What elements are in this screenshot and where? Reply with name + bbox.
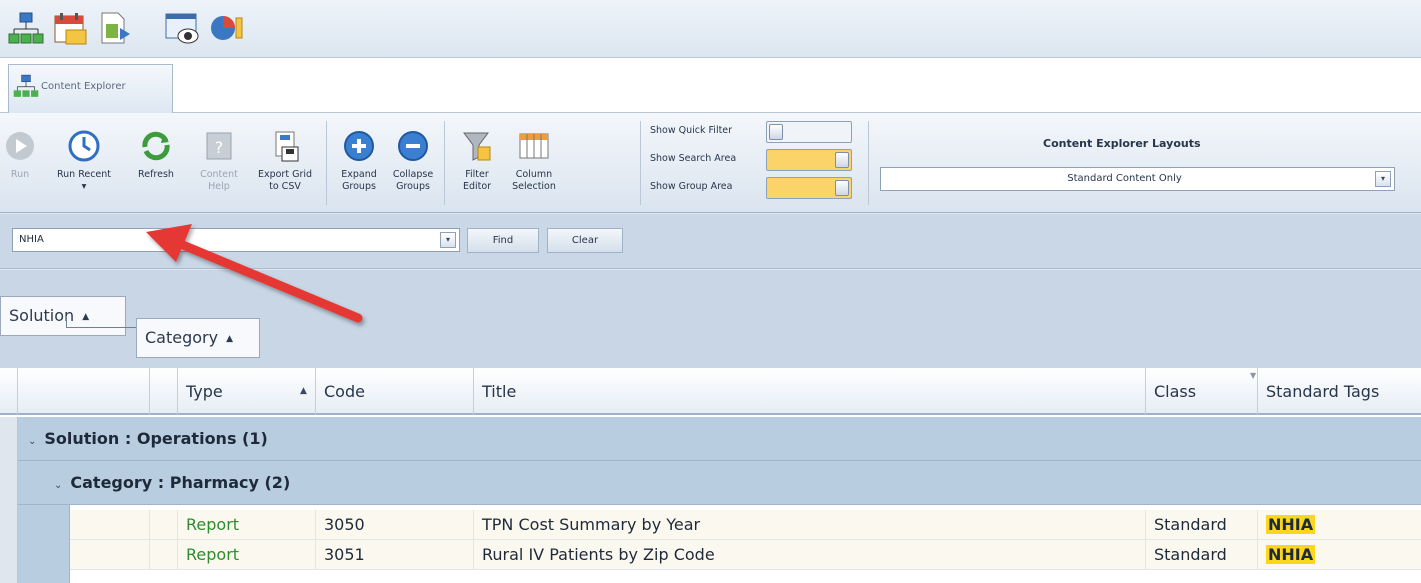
table-row[interactable]: Report 3050 TPN Cost Summary by Year Sta… [70,510,1421,540]
org-chart-icon [13,73,39,99]
chevron-down-icon[interactable]: ▾ [440,232,456,248]
cell-class: Standard [1146,510,1258,539]
column-header-title[interactable]: Title [474,368,1146,415]
chevron-down-icon[interactable]: ▾ [1375,171,1391,187]
group-connector [66,316,136,328]
find-button[interactable]: Find [467,228,539,253]
svg-text:?: ? [215,138,224,157]
ribbon-separator [868,121,869,205]
run-recent-icon [68,130,100,162]
chevron-down-icon: ▾ [81,181,87,192]
grid-gutter [0,417,18,583]
top-toolbar [0,0,1421,58]
toggle-switch[interactable] [766,121,852,143]
document-arrow-icon[interactable] [96,10,132,46]
run-recent-button[interactable]: Run Recent ▾ [44,119,124,207]
run-icon [6,132,34,160]
sort-up-icon: ▲ [300,386,307,396]
minus-circle-icon [398,131,428,161]
plus-circle-icon [344,131,374,161]
layout-select[interactable]: Standard Content Only ▾ [880,167,1395,191]
window-eye-icon[interactable] [164,10,200,46]
content-grid: Type ▲ Code Title Class ▼ Standard Tags … [0,368,1421,583]
group-chip-category[interactable]: Category ▲ [136,318,260,358]
sort-up-icon: ▲ [226,333,234,344]
column-header-code[interactable]: Code [316,368,474,415]
cell-standard-tags: NHIA [1258,510,1421,539]
header-indicator [150,368,178,415]
tab-label: Content Explorer [41,81,126,92]
ribbon-separator [326,121,327,205]
filter-icon[interactable]: ▼ [1250,371,1256,380]
calendar-icon[interactable] [52,10,88,46]
ribbon: Run Run Recent ▾ Refresh ? Content Help … [0,113,1421,213]
search-area: NHIA ▾ Find Clear [0,214,1421,269]
content-help-button[interactable]: ? Content Help [190,119,248,207]
table-row[interactable]: Report 3051 Rural IV Patients by Zip Cod… [70,540,1421,570]
ribbon-separator [640,121,641,205]
org-chart-icon[interactable] [8,10,44,46]
export-csv-icon [275,131,299,162]
cell-standard-tags: NHIA [1258,540,1421,569]
tab-strip: Content Explorer [0,58,1421,113]
cell-type: Report [178,540,316,569]
header-gutter [0,368,18,415]
cell-code: 3051 [316,540,474,569]
help-icon: ? [206,132,232,160]
run-button[interactable]: Run [0,119,40,207]
cell-code: 3050 [316,510,474,539]
chevron-down-icon[interactable]: ⌄ [54,480,62,491]
clear-button[interactable]: Clear [547,228,623,253]
ribbon-separator [444,121,445,205]
cell-class: Standard [1146,540,1258,569]
group-row-category[interactable]: ⌄ Category : Pharmacy (2) [18,461,1421,505]
columns-icon [519,133,549,159]
collapse-groups-button[interactable]: Collapse Groups [386,119,440,207]
filter-editor-button[interactable]: Filter Editor [450,119,504,207]
column-selection-button[interactable]: Column Selection [504,119,564,207]
filter-icon [463,132,491,161]
export-csv-button[interactable]: Export Grid to CSV [248,119,322,207]
group-row-solution[interactable]: ⌄ Solution : Operations (1) [18,417,1421,461]
toggle-switch[interactable] [766,149,852,171]
toggle-switch[interactable] [766,177,852,199]
tab-content-explorer[interactable]: Content Explorer [8,64,173,113]
cell-type: Report [178,510,316,539]
refresh-icon [142,131,170,161]
refresh-button[interactable]: Refresh [124,119,188,207]
column-header-class[interactable]: Class [1146,368,1258,415]
search-input[interactable]: NHIA ▾ [12,228,460,252]
column-header-type[interactable]: Type [178,368,316,415]
tag-badge: NHIA [1266,545,1316,564]
cell-title: Rural IV Patients by Zip Code [474,540,1146,569]
tag-badge: NHIA [1266,515,1316,534]
layouts-title: Content Explorer Layouts [1043,137,1201,150]
cell-title: TPN Cost Summary by Year [474,510,1146,539]
group-area: Solution ▲ Category ▲ [0,270,1421,368]
chevron-down-icon[interactable]: ⌄ [28,436,36,447]
column-header-standard-tags[interactable]: Standard Tags [1258,368,1421,415]
pie-info-icon[interactable] [208,10,244,46]
header-indent [18,368,150,415]
expand-groups-button[interactable]: Expand Groups [332,119,386,207]
grid-header: Type ▲ Code Title Class ▼ Standard Tags [0,368,1421,415]
